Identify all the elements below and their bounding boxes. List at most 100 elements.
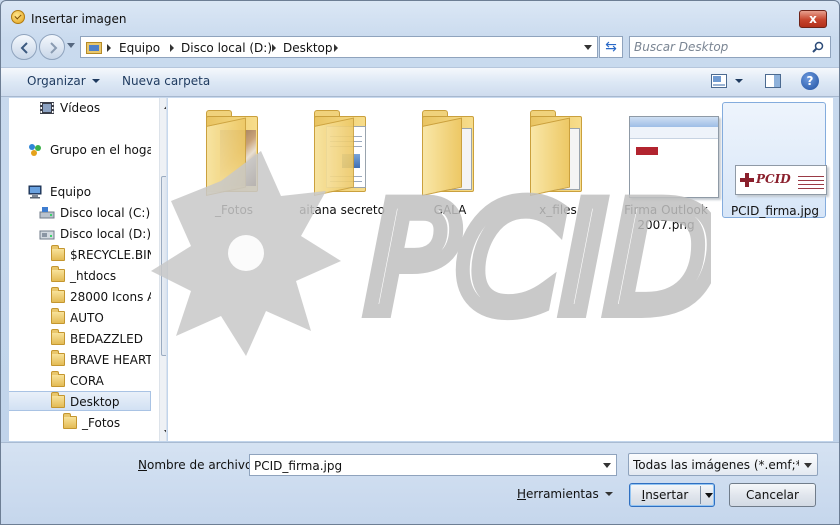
breadcrumb-equipo[interactable]: Equipo xyxy=(119,41,160,55)
change-view-icon[interactable] xyxy=(711,74,727,88)
cancel-button[interactable]: Cancelar xyxy=(729,483,816,507)
tools-dropdown-icon[interactable] xyxy=(605,492,613,496)
new-folder-button[interactable]: Nueva carpeta xyxy=(122,74,210,88)
nav-item-fotos[interactable]: _Fotos xyxy=(9,413,151,433)
close-icon: x xyxy=(809,12,817,26)
nav-item-cora[interactable]: CORA xyxy=(9,371,151,391)
nav-item-bedazzled[interactable]: BEDAZZLED xyxy=(9,329,151,349)
computer-icon xyxy=(28,185,42,199)
file-name-label: aitana secreto xyxy=(299,203,385,217)
nav-item-brave-heart[interactable]: BRAVE HEART xyxy=(9,350,151,370)
nav-item-htdocs[interactable]: _htdocs xyxy=(9,266,151,286)
file-name-label: Firma Outlook 2007.png xyxy=(614,203,718,233)
insert-options-dropdown-icon[interactable] xyxy=(705,493,713,498)
navigation-pane[interactable]: Vídeos Grupo en el hogar Equipo Disco lo… xyxy=(9,98,167,441)
video-icon xyxy=(40,102,54,114)
refresh-button[interactable]: ⇆ xyxy=(599,36,623,58)
image-thumbnail-icon xyxy=(629,106,719,198)
nav-item-auto[interactable]: AUTO xyxy=(9,308,151,328)
nav-item-homegroup[interactable]: Grupo en el hogar xyxy=(9,140,151,160)
pcid-logo-icon xyxy=(740,173,754,187)
folder-icon xyxy=(51,287,65,303)
file-name-label: x_files xyxy=(539,203,577,217)
breadcrumb-separator-icon[interactable] xyxy=(170,44,174,52)
breadcrumb-separator-icon[interactable] xyxy=(272,44,276,52)
view-options-dropdown[interactable] xyxy=(735,79,743,83)
chevron-down-icon[interactable] xyxy=(603,463,611,468)
forward-button[interactable] xyxy=(39,34,65,60)
nav-item-label: 28000 Icons An xyxy=(70,290,151,304)
nav-item-label: _htdocs xyxy=(70,269,117,283)
back-button[interactable] xyxy=(11,34,37,60)
organize-button[interactable]: Organizar xyxy=(27,74,100,88)
scroll-down-icon[interactable] xyxy=(164,430,166,435)
split-divider xyxy=(700,486,701,504)
insert-label: Insertar xyxy=(630,484,700,506)
breadcrumb-separator-icon[interactable] xyxy=(334,44,338,52)
file-tile-firma-outlook[interactable]: Firma Outlook 2007.png xyxy=(614,102,719,232)
file-tile-aitana-secreto[interactable]: aitana secreto xyxy=(290,102,394,218)
recent-pages-dropdown[interactable] xyxy=(67,43,75,49)
nav-item-label: Grupo en el hogar xyxy=(50,143,151,157)
file-tile-gala[interactable]: GALA xyxy=(398,102,502,218)
title-bar: Insertar imagen x xyxy=(1,1,839,31)
file-tile-fotos[interactable]: _Fotos xyxy=(182,102,286,218)
search-box[interactable] xyxy=(629,36,831,58)
file-type-select[interactable]: Todas las imágenes (*.emf;*.wmf;*.jpg;*.… xyxy=(628,453,818,476)
image-thumbnail-icon: PCID xyxy=(735,107,827,199)
file-name-input[interactable] xyxy=(254,458,594,474)
file-tile-x-files[interactable]: x_files xyxy=(506,102,610,218)
nav-item-label: Disco local (D:) xyxy=(60,227,151,241)
address-history-dropdown[interactable] xyxy=(584,45,592,50)
file-name-label: GALA xyxy=(433,203,467,217)
file-name-combo[interactable] xyxy=(249,454,617,476)
folder-icon xyxy=(51,308,65,324)
nav-item-recycle-bin[interactable]: $RECYCLE.BIN xyxy=(9,245,151,265)
file-tile-pcid-firma[interactable]: PCID PCID_firma.jpg xyxy=(722,102,827,218)
folder-icon xyxy=(51,350,65,366)
nav-item-computer[interactable]: Equipo xyxy=(9,182,151,202)
file-name-line-2: 2007.png xyxy=(637,218,695,232)
nav-item-videos[interactable]: Vídeos xyxy=(9,98,151,118)
dialog-title: Insertar imagen xyxy=(31,12,127,26)
chevron-down-icon[interactable] xyxy=(804,463,812,468)
breadcrumb-separator-icon[interactable] xyxy=(107,44,111,52)
nav-item-label: AUTO xyxy=(70,311,104,325)
nav-item-label: Equipo xyxy=(50,185,92,199)
tools-label-text: erramientas xyxy=(526,487,599,501)
nav-item-label: Desktop xyxy=(70,395,120,409)
help-icon[interactable]: ? xyxy=(801,72,819,90)
preview-pane-icon[interactable] xyxy=(765,74,781,88)
insert-button[interactable]: Insertar xyxy=(629,483,715,507)
homegroup-icon xyxy=(29,144,41,156)
search-icon[interactable] xyxy=(812,41,824,53)
scroll-up-icon[interactable] xyxy=(164,104,166,109)
breadcrumb-disco-d[interactable]: Disco local (D:) xyxy=(181,41,272,55)
folder-icon xyxy=(416,106,484,198)
nav-pane-scrollbar[interactable] xyxy=(159,98,166,441)
file-name-line-1: Firma Outlook xyxy=(624,203,708,217)
thumbnail-brand-text: PCID xyxy=(756,172,791,186)
folder-icon xyxy=(524,106,592,198)
nav-item-disk-d[interactable]: Disco local (D:) xyxy=(9,224,151,244)
folder-icon xyxy=(63,413,77,429)
nav-item-disk-c[interactable]: Disco local (C:) xyxy=(9,203,151,223)
nav-item-desktop[interactable]: Desktop xyxy=(9,391,151,411)
address-bar[interactable]: Equipo Disco local (D:) Desktop xyxy=(80,36,598,58)
scroll-thumb[interactable] xyxy=(161,176,166,356)
folder-icon xyxy=(51,266,65,282)
tools-button[interactable]: Herramientas xyxy=(517,487,599,501)
nav-item-label: _Fotos xyxy=(82,416,121,430)
folder-documents-icon xyxy=(308,106,376,198)
folder-icon xyxy=(51,371,65,387)
breadcrumb-desktop[interactable]: Desktop xyxy=(283,41,333,55)
nav-item-label: Disco local (C:) xyxy=(60,206,151,220)
nav-item-28000-icons[interactable]: 28000 Icons An xyxy=(9,287,151,307)
file-list-pane[interactable]: _Fotos aitana secreto GALA x_files Firma… xyxy=(168,98,833,441)
file-type-value: Todas las imágenes (*.emf;*.wmf;*.jpg;*.… xyxy=(633,458,799,472)
arrow-left-icon xyxy=(20,42,28,54)
search-input[interactable] xyxy=(634,39,804,55)
desktop-folder-icon xyxy=(51,392,65,408)
file-name-accel-key: N xyxy=(138,458,147,472)
close-button[interactable]: x xyxy=(799,10,827,28)
